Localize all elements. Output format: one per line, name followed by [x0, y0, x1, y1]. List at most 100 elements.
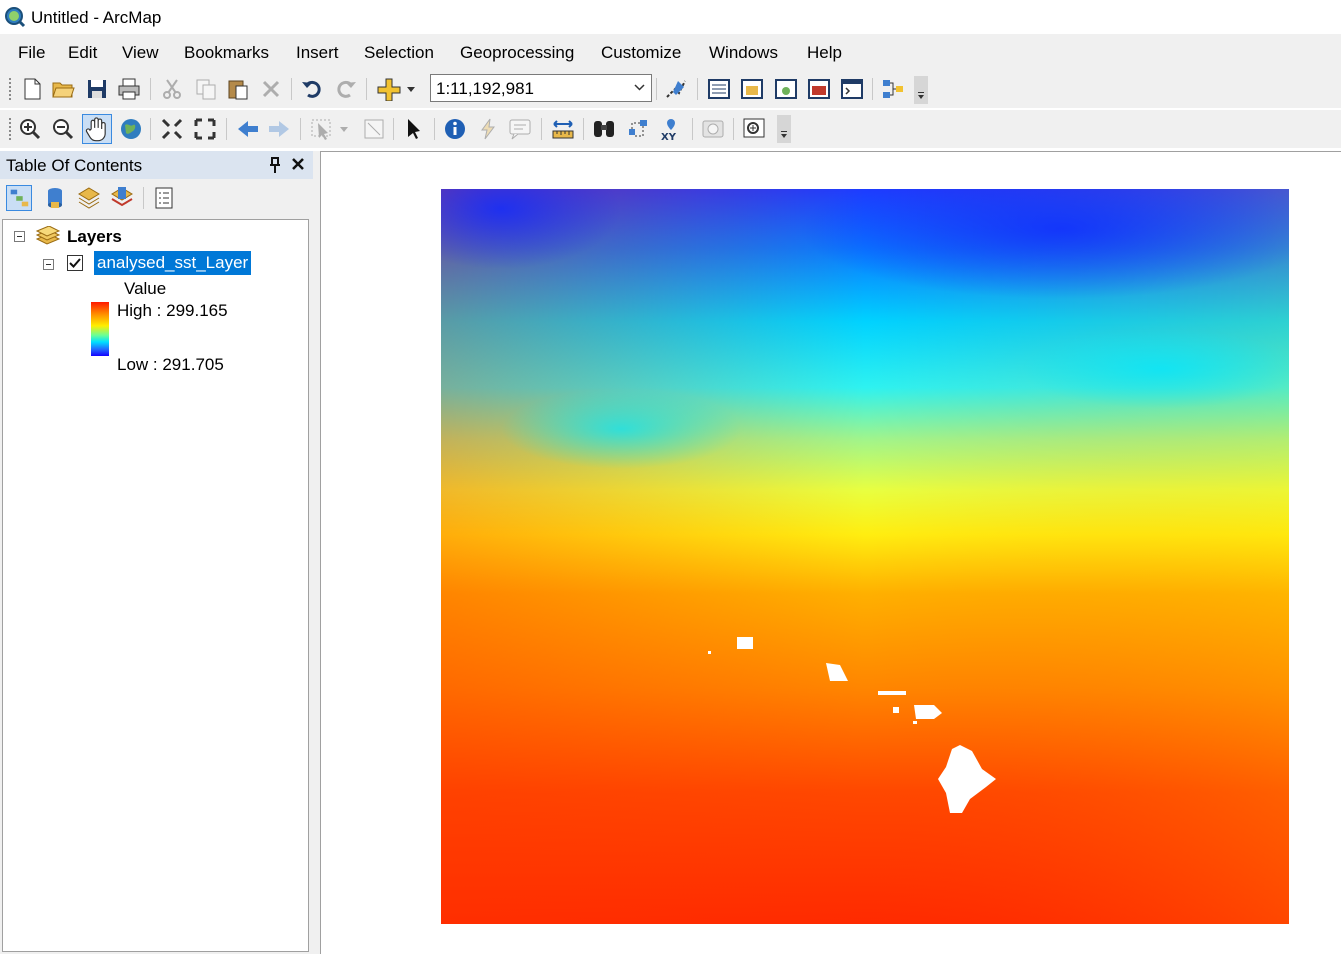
standard-toolbar: 1:11,192,981	[0, 70, 1341, 108]
menu-bar: File Edit View Bookmarks Insert Selectio…	[0, 34, 1341, 70]
map-scale-value: 1:11,192,981	[436, 79, 534, 98]
panel-splitter[interactable]	[313, 151, 321, 954]
toolbar-separator	[434, 118, 435, 140]
back-extent-icon[interactable]	[236, 117, 260, 141]
toc-tree: Layers analysed_sst_Layer Value High : 2…	[2, 219, 309, 952]
toolbar-separator	[697, 78, 698, 100]
full-extent-icon[interactable]	[119, 117, 143, 141]
tools-toolbar: XY	[0, 110, 1341, 148]
toolbar-grip[interactable]	[9, 78, 11, 100]
map-view[interactable]	[321, 151, 1341, 954]
legend-field-label: Value	[124, 279, 167, 298]
fixed-zoom-out-icon[interactable]	[193, 117, 217, 141]
undo-icon[interactable]	[300, 77, 324, 101]
editor-toolbar-icon[interactable]	[664, 77, 688, 101]
sst-raster-map[interactable]	[441, 189, 1289, 924]
list-by-selection-icon[interactable]	[109, 185, 135, 211]
open-folder-icon[interactable]	[51, 77, 75, 101]
menu-insert[interactable]: Insert	[296, 43, 339, 63]
data-frame-label[interactable]: Layers	[67, 227, 122, 247]
toolbar-separator	[226, 118, 227, 140]
layer-name[interactable]: analysed_sst_Layer	[94, 251, 252, 275]
find-route-icon[interactable]	[626, 117, 650, 141]
layers-stack-icon	[35, 226, 61, 245]
list-by-source-icon[interactable]	[42, 185, 68, 211]
legend-high-label: High : 299.165	[117, 301, 228, 320]
toolbar-separator	[300, 118, 301, 140]
toolbar-options-button[interactable]	[777, 115, 791, 143]
options-icon[interactable]	[151, 185, 177, 211]
create-viewer-window-icon[interactable]	[742, 117, 766, 141]
table-of-contents-icon[interactable]	[707, 77, 731, 101]
table-of-contents-panel: Table Of Contents Layers analysed_sst_La…	[0, 151, 313, 954]
arctoolbox-icon[interactable]	[807, 77, 831, 101]
menu-bookmarks[interactable]: Bookmarks	[184, 43, 269, 63]
hyperlink-icon[interactable]	[476, 117, 500, 141]
toc-header: Table Of Contents	[0, 151, 313, 179]
catalog-icon[interactable]	[740, 77, 764, 101]
collapse-layer-toggle[interactable]	[43, 259, 54, 270]
toolbar-separator	[541, 118, 542, 140]
toolbar-separator	[692, 118, 693, 140]
toolbar-separator	[143, 187, 144, 209]
window-title: Untitled - ArcMap	[31, 8, 162, 27]
arcmap-globe-icon	[5, 7, 26, 28]
close-icon[interactable]	[291, 157, 305, 171]
toc-title: Table Of Contents	[6, 156, 143, 175]
menu-selection[interactable]: Selection	[364, 43, 434, 63]
toolbar-separator	[150, 78, 151, 100]
legend-color-ramp	[91, 302, 109, 356]
toolbar-separator	[583, 118, 584, 140]
forward-extent-icon[interactable]	[267, 117, 291, 141]
find-icon[interactable]	[592, 117, 616, 141]
search-window-icon[interactable]	[774, 77, 798, 101]
measure-icon[interactable]	[551, 117, 575, 141]
map-scale-combobox[interactable]: 1:11,192,981	[430, 74, 652, 102]
pin-icon[interactable]	[267, 156, 283, 174]
cut-icon[interactable]	[160, 77, 184, 101]
menu-help[interactable]: Help	[807, 43, 842, 63]
list-by-drawing-order-icon[interactable]	[6, 185, 32, 211]
identify-icon[interactable]	[443, 117, 467, 141]
html-popup-icon[interactable]	[508, 117, 532, 141]
redo-icon[interactable]	[334, 77, 358, 101]
toolbar-separator	[150, 118, 151, 140]
pan-icon[interactable]	[82, 114, 112, 144]
python-window-icon[interactable]	[840, 77, 864, 101]
toc-tab-strip	[0, 179, 313, 217]
chevron-down-icon[interactable]	[634, 84, 645, 91]
clear-selection-icon[interactable]	[362, 117, 386, 141]
menu-geoprocessing[interactable]: Geoprocessing	[460, 43, 574, 63]
save-icon[interactable]	[85, 77, 109, 101]
zoom-in-icon[interactable]	[18, 117, 42, 141]
collapse-layers-toggle[interactable]	[14, 231, 25, 242]
toolbar-separator	[656, 78, 657, 100]
new-document-icon[interactable]	[20, 77, 44, 101]
delete-icon[interactable]	[259, 77, 283, 101]
select-features-icon[interactable]	[310, 117, 352, 141]
menu-windows[interactable]: Windows	[709, 43, 778, 63]
menu-customize[interactable]: Customize	[601, 43, 681, 63]
title-bar: Untitled - ArcMap	[0, 0, 1341, 34]
time-slider-icon[interactable]	[701, 117, 725, 141]
select-elements-icon[interactable]	[402, 117, 426, 141]
add-data-icon[interactable]	[375, 77, 417, 101]
toolbar-separator	[393, 118, 394, 140]
modelbuilder-icon[interactable]	[881, 77, 905, 101]
toolbar-options-button[interactable]	[914, 76, 928, 104]
paste-icon[interactable]	[226, 77, 250, 101]
menu-file[interactable]: File	[18, 43, 45, 63]
copy-icon[interactable]	[194, 77, 218, 101]
zoom-out-icon[interactable]	[51, 117, 75, 141]
layer-visibility-checkbox[interactable]	[67, 255, 83, 271]
menu-view[interactable]: View	[122, 43, 159, 63]
menu-edit[interactable]: Edit	[68, 43, 97, 63]
print-icon[interactable]	[117, 77, 141, 101]
fixed-zoom-in-icon[interactable]	[160, 117, 184, 141]
go-to-xy-icon[interactable]: XY	[659, 117, 683, 141]
toolbar-grip[interactable]	[9, 118, 11, 140]
toolbar-separator	[872, 78, 873, 100]
list-by-visibility-icon[interactable]	[76, 185, 102, 211]
checkmark-icon	[69, 258, 81, 268]
toolbar-separator	[733, 118, 734, 140]
